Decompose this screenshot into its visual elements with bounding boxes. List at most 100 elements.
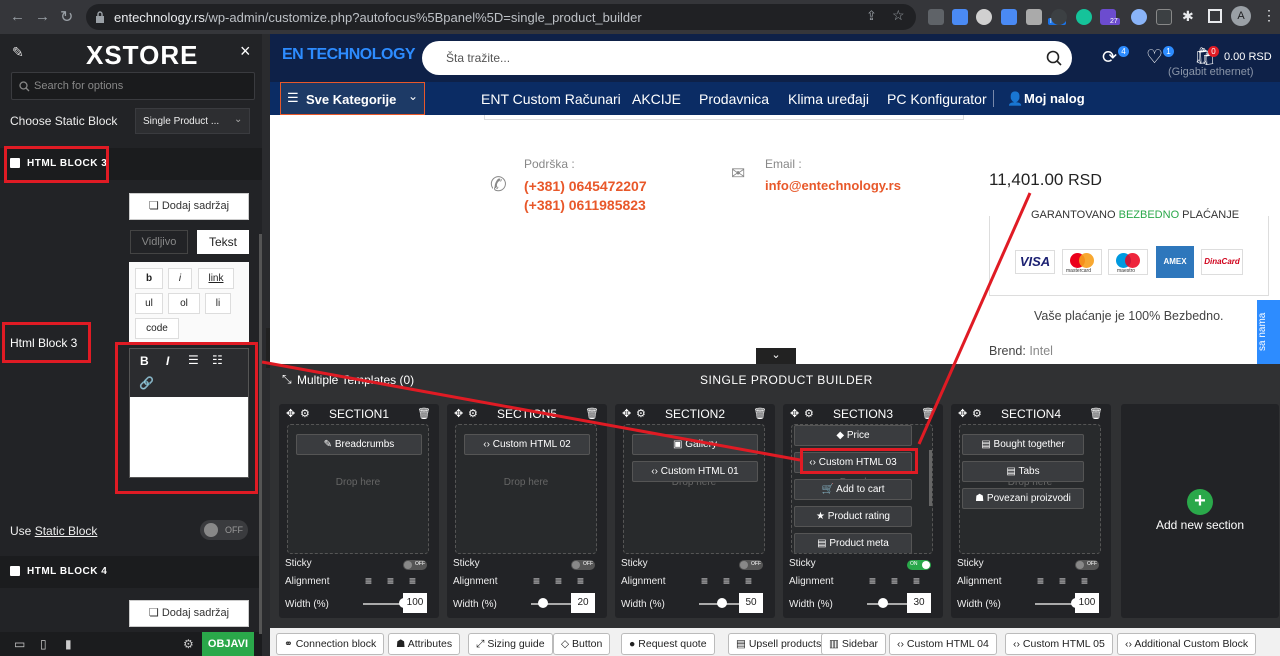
- width-input[interactable]: 30: [907, 593, 931, 613]
- align-left-icon[interactable]: ≡: [365, 574, 372, 588]
- component-item[interactable]: 🛒 Add to cart: [794, 479, 912, 500]
- site-search-input[interactable]: Šta tražite...: [422, 41, 1072, 75]
- search-icon[interactable]: [1046, 50, 1062, 66]
- translate-extension-icon[interactable]: [1001, 9, 1017, 25]
- width-input[interactable]: 20: [571, 593, 595, 613]
- bookmark-star-icon[interactable]: ☆: [892, 7, 905, 24]
- section-dropzone[interactable]: Drop here ‹› Custom HTML 02: [455, 424, 597, 554]
- align-center-icon[interactable]: ≡: [1059, 574, 1066, 588]
- compare-icon[interactable]: ⟳: [1102, 47, 1117, 68]
- section-scrollbar[interactable]: [929, 450, 932, 506]
- reload-icon[interactable]: ↻: [60, 7, 73, 27]
- quicktag-link[interactable]: link: [198, 268, 234, 289]
- wishlist-icon[interactable]: ♡: [1146, 46, 1163, 69]
- trash-icon[interactable]: 🗑: [753, 407, 767, 420]
- component-tab[interactable]: ◇ Button: [553, 633, 611, 655]
- phone-1[interactable]: (+381) 0645472207: [524, 178, 647, 194]
- nav-akcije[interactable]: AKCIJE: [632, 91, 681, 107]
- component-tab[interactable]: ‹› Additional Custom Block: [1117, 633, 1257, 655]
- menu-dots-icon[interactable]: ⋮: [1262, 7, 1276, 24]
- width-input[interactable]: 100: [403, 593, 427, 613]
- width-slider-handle[interactable]: [538, 598, 549, 608]
- quicktag-code[interactable]: code: [135, 318, 179, 339]
- site-logo[interactable]: EN TECHNOLOGY: [282, 46, 416, 64]
- nav-prodavnica[interactable]: Prodavnica: [699, 91, 769, 107]
- recycle-extension-icon[interactable]: [928, 9, 944, 25]
- email-link[interactable]: info@entechnology.rs: [765, 178, 901, 193]
- component-item[interactable]: ▤ Product meta: [794, 533, 912, 553]
- align-center-icon[interactable]: ≡: [891, 574, 898, 588]
- width-slider-handle[interactable]: [877, 598, 888, 608]
- width-slider-track[interactable]: [363, 603, 403, 605]
- quicktag-ol[interactable]: ol: [168, 293, 200, 314]
- tab-text[interactable]: Tekst: [197, 230, 249, 254]
- puzzle-icon[interactable]: ✱: [1182, 8, 1194, 25]
- phone-2[interactable]: (+381) 0611985823: [524, 197, 646, 213]
- html-block-4-header[interactable]: HTML BLOCK 4: [0, 556, 262, 588]
- trash-icon[interactable]: 🗑: [585, 407, 599, 420]
- options-search-input[interactable]: Search for options: [11, 72, 255, 100]
- component-tab[interactable]: ● Request quote: [621, 633, 715, 655]
- width-input[interactable]: 50: [739, 593, 763, 613]
- align-left-icon[interactable]: ≡: [869, 574, 876, 588]
- component-item[interactable]: ▤ Tabs: [962, 461, 1084, 482]
- align-right-icon[interactable]: ≡: [1081, 574, 1088, 588]
- align-left-icon[interactable]: ≡: [1037, 574, 1044, 588]
- tab-visual[interactable]: Vidljivo: [130, 230, 188, 254]
- add-content-button[interactable]: ❏ Dodaj sadržaj: [129, 193, 249, 220]
- section-dropzone[interactable]: Drop here◆ Price‹› Custom HTML 03🛒 Add t…: [791, 424, 933, 554]
- quicktag-ul[interactable]: ul: [135, 293, 163, 314]
- avatar[interactable]: A: [1231, 6, 1251, 26]
- panel-scrollbar[interactable]: [259, 234, 262, 634]
- sticky-toggle[interactable]: ON: [907, 560, 931, 570]
- x-extension-icon[interactable]: [1156, 9, 1172, 25]
- mobile-icon[interactable]: ▮: [65, 637, 72, 651]
- component-tab[interactable]: ▥ Sidebar: [821, 633, 887, 655]
- component-item[interactable]: ◆ Price: [794, 425, 912, 446]
- align-right-icon[interactable]: ≡: [577, 574, 584, 588]
- align-right-icon[interactable]: ≡: [745, 574, 752, 588]
- desktop-icon[interactable]: ▭: [14, 637, 25, 651]
- sync-extension-icon[interactable]: [1131, 9, 1147, 25]
- component-item[interactable]: ☗ Povezani proizvodi: [962, 488, 1084, 509]
- align-center-icon[interactable]: ≡: [387, 574, 394, 588]
- width-slider-track[interactable]: [1035, 603, 1075, 605]
- component-tab[interactable]: ‹› Custom HTML 05: [1005, 633, 1113, 655]
- nav-klima[interactable]: Klima uređaji: [788, 91, 869, 107]
- align-left-icon[interactable]: ≡: [533, 574, 540, 588]
- quicktag-italic[interactable]: i: [168, 268, 192, 289]
- align-right-icon[interactable]: ≡: [913, 574, 920, 588]
- globe-extension-icon[interactable]: [976, 9, 992, 25]
- categories-button[interactable]: ☰ Sve Kategorije ⌄: [280, 82, 425, 115]
- component-tab[interactable]: ‹› Custom HTML 04: [889, 633, 997, 655]
- nav-account[interactable]: Moj nalog: [1024, 91, 1085, 106]
- grammarly-icon[interactable]: [1076, 9, 1092, 25]
- publish-button[interactable]: OBJAVI: [202, 632, 254, 656]
- camera-extension-icon[interactable]: [1026, 9, 1042, 25]
- align-right-icon[interactable]: ≡: [409, 574, 416, 588]
- component-item[interactable]: ‹› Custom HTML 02: [464, 434, 590, 455]
- component-item[interactable]: ★ Product rating: [794, 506, 912, 527]
- static-block-select[interactable]: Single Product ... ⌄: [135, 108, 250, 134]
- back-icon[interactable]: ←: [10, 8, 25, 25]
- align-center-icon[interactable]: ≡: [723, 574, 730, 588]
- component-tab[interactable]: ⚭ Connection block: [276, 633, 385, 655]
- component-item[interactable]: ▤ Bought together: [962, 434, 1084, 455]
- nav-custom-racunari[interactable]: ENT Custom Računari: [481, 91, 621, 107]
- sticky-toggle[interactable]: OFF: [403, 560, 427, 570]
- quicktag-li[interactable]: li: [205, 293, 231, 314]
- width-slider-handle[interactable]: [717, 598, 727, 608]
- trash-icon[interactable]: 🗑: [921, 407, 935, 420]
- sticky-toggle[interactable]: OFF: [1075, 560, 1099, 570]
- align-center-icon[interactable]: ≡: [555, 574, 562, 588]
- contact-side-tab[interactable]: sa nama: [1257, 300, 1280, 364]
- quicktag-bold[interactable]: b: [135, 268, 163, 289]
- forward-icon[interactable]: →: [35, 8, 50, 25]
- add-section-card[interactable]: + Add new section: [1121, 404, 1279, 618]
- trash-icon[interactable]: 🗑: [1089, 407, 1103, 420]
- section-dropzone[interactable]: Drop here ▤ Bought together ▤ Tabs ☗ Poveza…: [959, 424, 1101, 554]
- share-icon[interactable]: ⇪: [866, 8, 877, 24]
- sticky-toggle[interactable]: OFF: [571, 560, 595, 570]
- section-dropzone[interactable]: Drop here ✎ Breadcrumbs: [287, 424, 429, 554]
- width-input[interactable]: 100: [1075, 593, 1099, 613]
